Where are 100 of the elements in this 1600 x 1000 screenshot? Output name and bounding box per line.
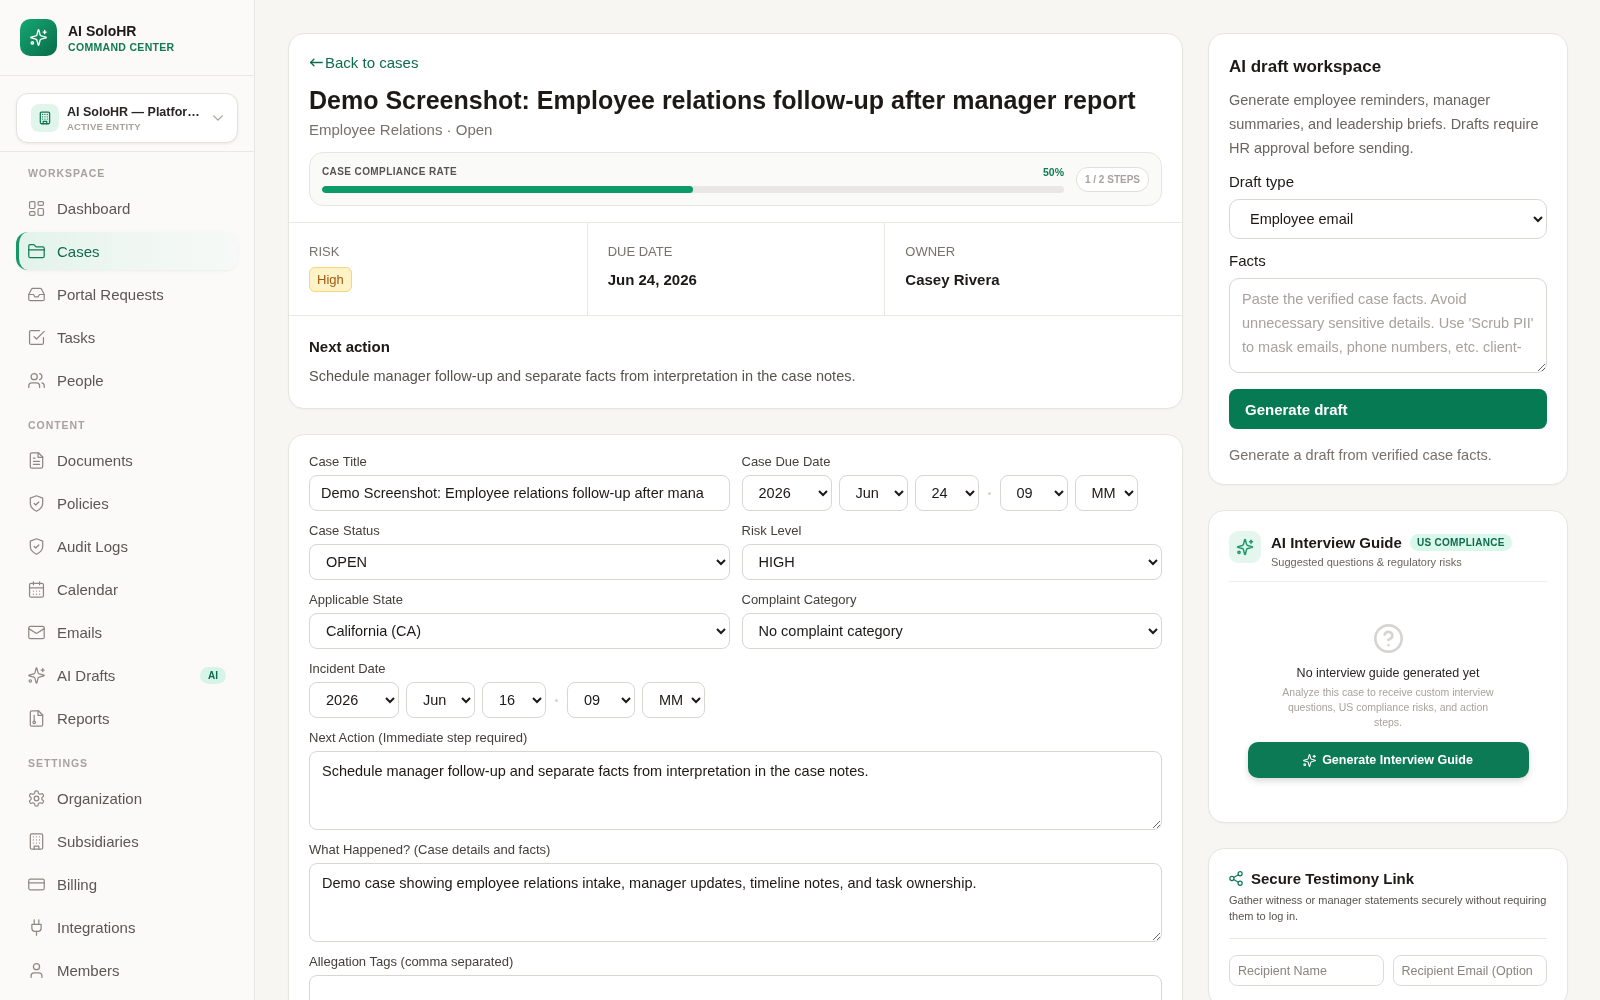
dropdown[interactable]: 09 — [999, 475, 1068, 511]
section-heading: SETTINGS — [27, 757, 90, 769]
compliance-label: CASE COMPLIANCE RATE — [322, 166, 458, 177]
sparkle-logo-icon — [20, 19, 57, 56]
people-icon — [28, 371, 45, 389]
dropdown[interactable]: Jun — [838, 475, 908, 511]
entity-switcher[interactable]: AI SoloHR — Platfor… ACTIVE ENTITY — [16, 93, 238, 143]
nav-item[interactable]: Policies — [16, 484, 238, 522]
field-label: Complaint Category — [741, 592, 858, 607]
settings-icon — [28, 789, 45, 807]
text-input[interactable]: Recipient Email (Option — [1392, 955, 1547, 986]
brand-name: AI SoloHR — [68, 22, 138, 39]
dropdown[interactable]: No complaint category — [741, 613, 1162, 649]
chevron-down-icon — [213, 115, 223, 121]
text-input[interactable]: Demo Screenshot: Employee relations follow-up after mana — [309, 475, 730, 511]
fact-value: Casey Rivera — [905, 271, 1001, 288]
field-label: Allegation Tags (comma separated) — [309, 954, 515, 969]
field-label: Case Due Date — [741, 454, 832, 469]
nav-item[interactable]: People — [16, 361, 238, 399]
nav-item[interactable]: AI Drafts AI — [16, 656, 238, 694]
field-label: Next Action (Immediate step required) — [309, 730, 529, 745]
building-icon — [31, 104, 59, 132]
dropdown[interactable]: MM — [642, 682, 705, 718]
dropdown[interactable]: 2026 — [309, 682, 399, 718]
steps-count: 1 / 2 STEPS — [1075, 166, 1149, 192]
person-icon — [28, 961, 45, 979]
plug-icon — [28, 918, 45, 936]
dropdown[interactable]: California (CA) — [309, 613, 730, 649]
fact-label: RISK — [309, 244, 341, 259]
dropdown[interactable]: 09 — [567, 682, 635, 718]
case-title: Demo Screenshot: Employee relations follow-up after manager report — [309, 85, 1137, 115]
brand-tagline: COMMAND CENTER — [68, 40, 175, 53]
nav-item[interactable]: Emails — [16, 613, 238, 651]
next-action-text: Schedule manager follow-up and separate facts from interpretation in the case notes. — [309, 368, 857, 384]
compliance-percent: 50% — [1042, 165, 1064, 178]
empty-state-title: No interview guide generated yet — [1296, 666, 1480, 680]
field-label: Applicable State — [309, 592, 404, 607]
nav-item[interactable]: Reports — [16, 699, 238, 737]
nav-item[interactable]: Audit Logs — [16, 527, 238, 565]
inbox-icon — [28, 285, 45, 303]
entity-caption: ACTIVE ENTITY — [67, 120, 142, 132]
back-link[interactable]: Back to cases — [309, 54, 419, 71]
building-icon — [28, 832, 45, 850]
dropdown[interactable]: HIGH — [741, 544, 1162, 580]
text-input[interactable]: Recipient Name — [1229, 955, 1384, 986]
nav-item[interactable]: Portal Requests — [16, 275, 238, 313]
empty-state-text: Analyze this case to receive custom interview questions, US compliance risks, and action steps. — [1281, 685, 1495, 730]
dropdown[interactable]: 24 — [914, 475, 979, 511]
sparkle-icon — [1229, 531, 1261, 563]
fact-label: DUE DATE — [607, 244, 674, 259]
section-heading: CONTENT — [27, 419, 87, 431]
calendar-icon — [28, 580, 45, 598]
dropdown[interactable]: 2026 — [741, 475, 832, 511]
text-area[interactable]: Paste the verified case facts. Avoid unnecessary sensitive details. Use 'Scrub PII' to mask emails, phone numbers, etc. client- — [1229, 278, 1547, 373]
field-label: Draft type — [1229, 173, 1296, 190]
folder-icon — [28, 242, 45, 260]
panel-description: Generate employee reminders, manager summaries, and leadership briefs. Drafts require HR approval before sending. — [1229, 91, 1540, 158]
field-label: Case Title — [309, 454, 368, 469]
nav-item[interactable]: Integrations — [16, 908, 238, 946]
dropdown[interactable]: MM — [1074, 475, 1138, 511]
dropdown[interactable]: 16 — [482, 682, 546, 718]
generate-guide-button[interactable]: Generate Interview Guide — [1247, 742, 1529, 778]
fact-label: OWNER — [905, 244, 957, 259]
nav-item[interactable]: Members — [16, 951, 238, 989]
section-title: Next action — [309, 338, 391, 355]
question-circle-icon — [1373, 624, 1403, 653]
shield-check-icon — [28, 537, 45, 555]
panel-subtitle: Suggested questions & regulatory risks — [1271, 556, 1463, 568]
text-area[interactable]: Demo case showing employee relations intake, manager updates, timeline notes, and task ownership. — [309, 863, 1162, 942]
nav-item[interactable]: Billing — [16, 865, 238, 903]
nav-item[interactable]: Subsidiaries — [16, 822, 238, 860]
nav-item[interactable]: Calendar — [16, 570, 238, 608]
sparkle-icon — [1303, 753, 1317, 767]
panel-title: AI draft workspace — [1229, 57, 1383, 77]
risk-badge: High — [309, 267, 352, 292]
field-label: Risk Level — [741, 523, 803, 538]
dropdown[interactable]: Employee email — [1229, 199, 1547, 239]
nav-item[interactable]: Tasks — [16, 318, 238, 356]
document-icon — [28, 709, 45, 727]
nav-item[interactable]: Cases — [16, 232, 238, 270]
hint-text: Generate a draft from verified case facts. — [1229, 447, 1493, 463]
dropdown[interactable]: Jun — [406, 682, 475, 718]
document-icon — [28, 451, 45, 469]
generate-draft-button[interactable]: Generate draft — [1229, 389, 1547, 429]
field-label: What Happened? (Case details and facts) — [309, 842, 552, 857]
nav-item[interactable]: Dashboard — [16, 189, 238, 227]
nav-item[interactable]: Organization — [16, 779, 238, 817]
case-subtitle: Employee Relations · Open — [309, 121, 494, 138]
mail-icon — [28, 623, 45, 641]
dropdown[interactable]: OPEN — [309, 544, 730, 580]
checkbox-icon — [28, 328, 45, 346]
panel-title: Secure Testimony Link — [1251, 870, 1415, 887]
field-label: Facts — [1229, 252, 1267, 269]
nav-badge: AI — [200, 666, 226, 684]
nav-item[interactable]: Documents — [16, 441, 238, 479]
separator-dot-icon — [987, 491, 991, 495]
text-area[interactable]: Schedule manager follow-up and separate facts from interpretation in the case notes. — [309, 751, 1162, 830]
shield-check-icon — [28, 494, 45, 512]
field-label: Case Status — [309, 523, 381, 538]
section-heading: WORKSPACE — [27, 167, 107, 179]
